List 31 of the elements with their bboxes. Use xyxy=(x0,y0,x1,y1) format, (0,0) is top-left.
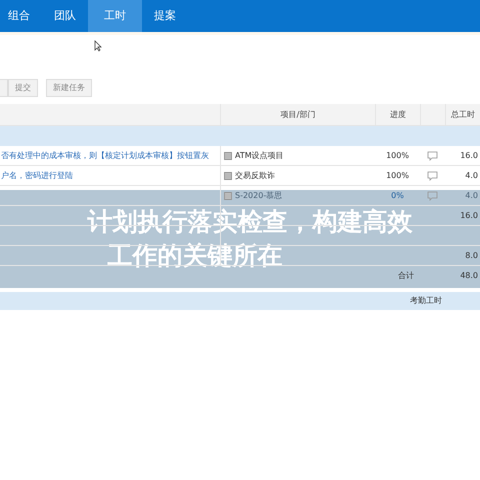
task-link[interactable]: 否有处理中的成本审核，则【核定计划成本审核】按钮置灰 xyxy=(1,150,209,162)
project-name: S-2020-慕思 xyxy=(235,190,282,202)
total-hours: 4.0 xyxy=(465,170,478,180)
nav-tab[interactable]: 团队 xyxy=(42,0,88,32)
project-name: ATM设点项目 xyxy=(235,150,284,162)
comment-icon[interactable] xyxy=(427,150,438,160)
comment-icon[interactable] xyxy=(427,170,438,180)
task-link[interactable]: 户名，密码进行登陆 xyxy=(1,170,73,182)
submit-button[interactable]: 提交 xyxy=(8,79,38,97)
nav-tab[interactable]: 工时 xyxy=(88,0,142,32)
column-header: 总工时 xyxy=(451,108,475,120)
total-hours: 16.0 xyxy=(460,210,478,220)
total-hours: 16.0 xyxy=(460,150,478,160)
new-task-button[interactable]: 新建任务 xyxy=(46,79,92,97)
document-icon xyxy=(223,150,233,160)
sum-value: 48.0 xyxy=(460,271,478,280)
progress-value: 100% xyxy=(386,170,409,180)
total-hours: 8.0 xyxy=(465,250,478,260)
progress-value: 100% xyxy=(386,150,409,160)
column-header: 进度 xyxy=(390,108,406,120)
column-header: 项目/部门 xyxy=(280,108,316,120)
document-icon xyxy=(223,170,233,180)
progress-value: 0% xyxy=(391,190,404,200)
nav-tab[interactable]: 组合 xyxy=(0,0,42,32)
comment-icon[interactable] xyxy=(427,190,438,200)
total-hours: 4.0 xyxy=(465,190,478,200)
attendance-label: 考勤工时 xyxy=(410,295,442,307)
mouse-cursor-icon xyxy=(94,40,102,52)
project-name: 交易反欺诈 xyxy=(235,170,275,182)
nav-tab[interactable]: 提案 xyxy=(142,0,188,32)
sum-label: 合计 xyxy=(398,271,414,280)
